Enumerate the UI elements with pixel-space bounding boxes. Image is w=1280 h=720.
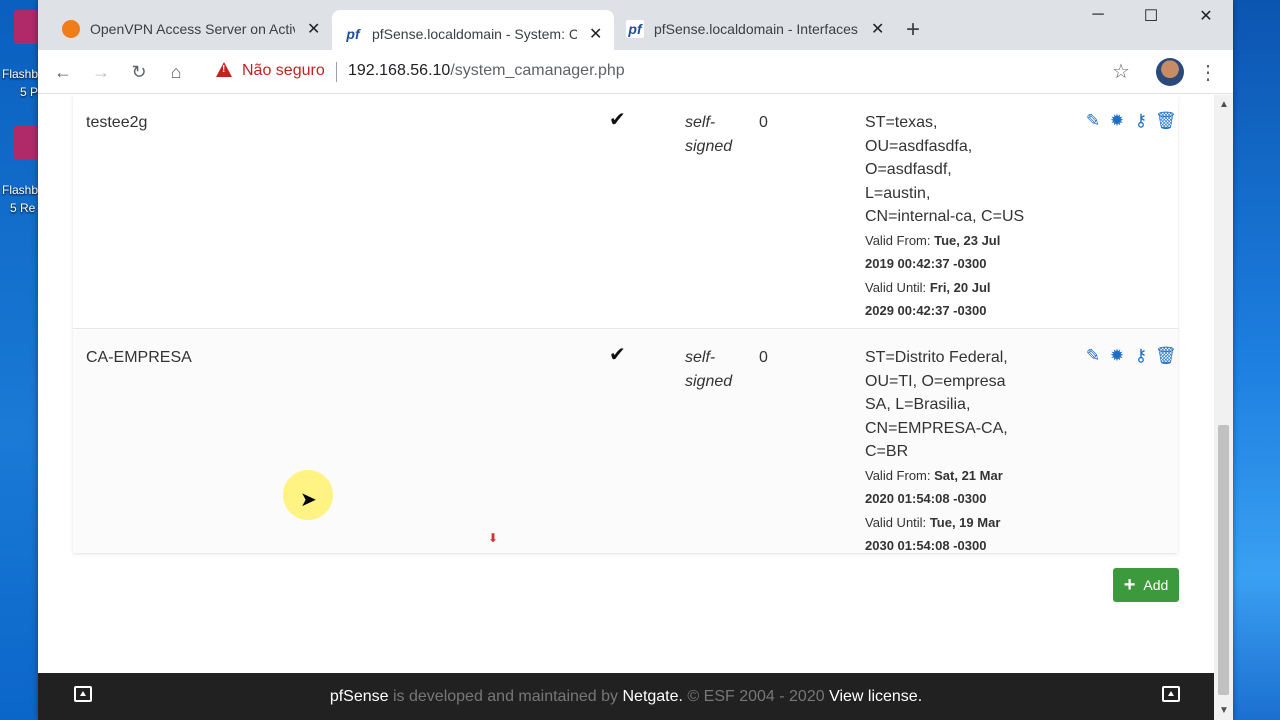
trash-icon[interactable]: 🗑 (1155, 111, 1177, 131)
key-icon[interactable]: ⚷ (1131, 111, 1151, 131)
close-icon[interactable]: ✕ (589, 24, 602, 44)
tab-title: pfSense.localdomain - Interfaces (654, 21, 858, 37)
close-window-button[interactable]: ✕ (1191, 6, 1221, 26)
vertical-scrollbar[interactable]: ▲ ▼ (1214, 95, 1233, 720)
flashback-app-icon[interactable] (14, 126, 38, 160)
footer-company[interactable]: Netgate. (622, 688, 682, 706)
scroll-up-icon[interactable]: ▲ (1219, 99, 1229, 110)
expand-icon[interactable] (74, 686, 92, 702)
plus-icon: + (1123, 574, 1136, 596)
desktop-right (1232, 0, 1280, 720)
close-icon[interactable]: ✕ (307, 19, 320, 39)
ca-name: CA-EMPRESA (86, 349, 192, 366)
maximize-button[interactable]: ☐ (1136, 6, 1166, 26)
tab-openvpn[interactable]: OpenVPN Access Server on Activ ✕ (50, 10, 332, 48)
openvpn-icon (62, 20, 80, 38)
ca-cert-count: 0 (759, 114, 768, 131)
warning-icon (216, 62, 232, 77)
key-icon[interactable]: ⚷ (1131, 346, 1151, 366)
forward-button[interactable]: → (88, 59, 114, 85)
desktop-left: Flashb 5 P Flashb 5 Re (0, 0, 40, 720)
tab-title: pfSense.localdomain - System: C (372, 26, 577, 42)
address-bar[interactable]: Não seguro 192.168.56.10/system_camanage… (204, 56, 1134, 88)
browser-toolbar: ← → ↻ ⌂ Não seguro 192.168.56.10/system_… (38, 50, 1233, 94)
back-button[interactable]: ← (50, 59, 76, 85)
ca-distinguished-name: ST=texas, OU=asdfasdfa, O=asdfasdf, L=au… (865, 114, 1025, 318)
row-actions: ✎ ✹ ⚷ 🗑 (1083, 346, 1177, 366)
profile-avatar[interactable] (1156, 58, 1184, 86)
add-button[interactable]: + Add (1113, 568, 1179, 602)
home-button[interactable]: ⌂ (163, 59, 189, 85)
trash-icon[interactable]: 🗑 (1155, 346, 1177, 366)
desktop-icon-label: Flashb (2, 183, 39, 197)
reload-button[interactable]: ↻ (126, 59, 152, 85)
page-footer: pfSense is developed and maintained by N… (38, 673, 1214, 720)
ca-distinguished-name: ST=Distrito Federal, OU=TI, O=empresa SA… (865, 349, 1008, 553)
bookmark-star-icon[interactable]: ☆ (1112, 59, 1130, 84)
desktop-icon-label: Flashb (2, 67, 39, 81)
menu-dots-icon[interactable]: ⋮ (1198, 60, 1218, 85)
ca-cert-count: 0 (759, 349, 768, 366)
pencil-icon[interactable]: ✎ (1083, 346, 1103, 366)
new-tab-button[interactable]: + (906, 16, 920, 44)
mouse-cursor-icon: ➤ (300, 489, 317, 511)
pfsense-icon: pf (344, 25, 362, 43)
scrollbar-thumb[interactable] (1218, 425, 1229, 695)
pfsense-icon: pf (626, 20, 644, 38)
footer-text: is developed and maintained by (388, 687, 623, 705)
pencil-icon[interactable]: ✎ (1083, 111, 1103, 131)
row-actions: ✎ ✹ ⚷ 🗑 (1083, 111, 1177, 131)
ca-issuer: self-signed (685, 114, 733, 155)
url-text[interactable]: 192.168.56.10/system_camanager.php (348, 62, 625, 80)
divider (336, 62, 337, 82)
checkmark-icon: ✔ (609, 109, 626, 131)
arrow-down-icon: ⬇ (488, 531, 499, 545)
table-row: testee2g ✔ self-signed 0 ST=texas, OU=as… (73, 95, 1178, 329)
ca-name: testee2g (86, 114, 148, 131)
view-license-link[interactable]: View license. (829, 688, 922, 706)
footer-copyright: © ESF 2004 - 2020 (682, 687, 830, 705)
collapse-icon[interactable] (1162, 686, 1180, 702)
checkmark-icon: ✔ (609, 344, 626, 366)
ca-issuer: self-signed (685, 349, 733, 390)
tab-title: OpenVPN Access Server on Activ (90, 21, 295, 37)
scroll-down-icon[interactable]: ▼ (1219, 705, 1229, 716)
security-status[interactable]: Não seguro (242, 62, 325, 80)
tab-interfaces[interactable]: pf pfSense.localdomain - Interfaces ✕ (614, 10, 896, 48)
browser-window: OpenVPN Access Server on Activ ✕ pf pfSe… (38, 0, 1233, 720)
minimize-button[interactable]: ─ (1083, 6, 1113, 24)
gear-icon[interactable]: ✹ (1107, 111, 1127, 131)
page-content: testee2g ✔ self-signed 0 ST=texas, OU=as… (38, 95, 1214, 673)
ca-table: testee2g ✔ self-signed 0 ST=texas, OU=as… (73, 95, 1178, 553)
gear-icon[interactable]: ✹ (1107, 346, 1127, 366)
footer-brand[interactable]: pfSense (330, 688, 389, 706)
close-icon[interactable]: ✕ (871, 19, 884, 39)
flashback-app-icon[interactable] (14, 10, 38, 44)
table-row: CA-EMPRESA ✔ self-signed 0 ST=Distrito F… (73, 330, 1178, 553)
